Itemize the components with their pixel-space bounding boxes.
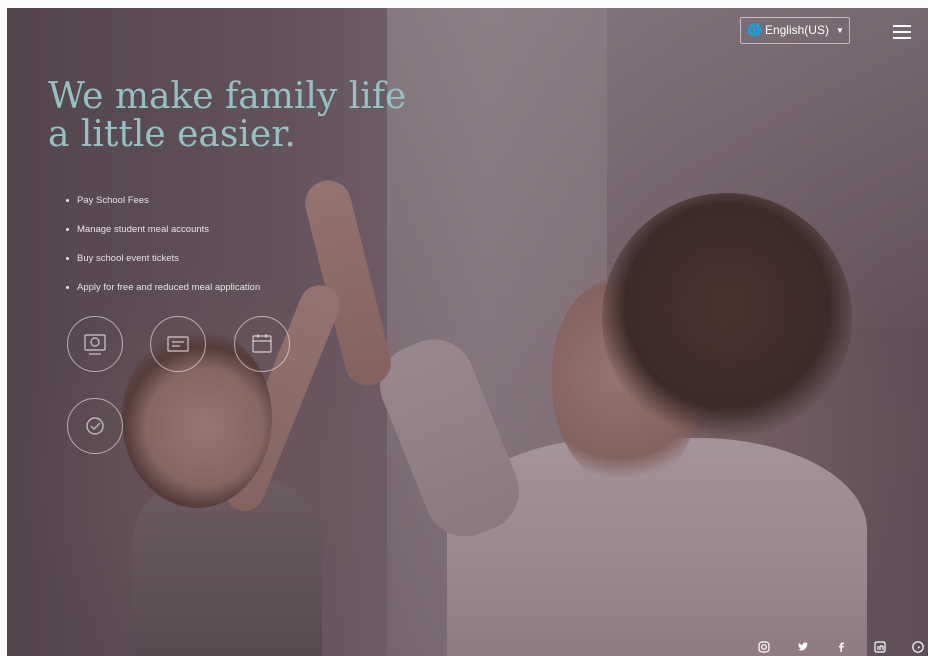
globe-icon: 🌐 — [747, 23, 762, 37]
instagram-icon[interactable] — [756, 640, 772, 654]
headline-line-1: We make family life — [48, 76, 407, 117]
feature-text: Manage student meal accounts — [77, 224, 210, 235]
bullet — [66, 285, 69, 289]
feature-item: Pay School Fees — [66, 192, 260, 221]
feature-text: Buy school event tickets — [77, 253, 179, 264]
bullet — [66, 256, 69, 260]
feature-text: Apply for free and reduced meal applicat… — [77, 282, 261, 293]
language-label: English(US) — [764, 23, 829, 37]
language-selector[interactable]: 🌐 English(US) ▼ — [740, 17, 850, 44]
facebook-icon[interactable] — [833, 640, 849, 654]
feature-item: Buy school event tickets — [66, 250, 260, 279]
linkedin-icon[interactable] — [872, 640, 888, 654]
bullet — [66, 198, 69, 202]
feature-list: Pay School Fees Manage student meal acco… — [66, 192, 260, 308]
meal-account-icon[interactable] — [150, 316, 206, 372]
caret-down-icon: ▼ — [835, 26, 844, 35]
event-tickets-icon[interactable] — [234, 316, 290, 372]
meal-application-icon[interactable] — [67, 398, 123, 454]
twitter-icon[interactable] — [795, 640, 811, 654]
headline-line-2: a little easier. — [48, 114, 296, 155]
feature-text: Pay School Fees — [77, 195, 149, 206]
school-fees-icon[interactable] — [67, 316, 123, 372]
feature-item: Apply for free and reduced meal applicat… — [66, 279, 260, 308]
feature-item: Manage student meal accounts — [66, 221, 260, 250]
hero-headline: We make family life a little easier. — [48, 78, 488, 154]
pinterest-icon[interactable] — [910, 640, 926, 654]
bullet — [66, 227, 69, 231]
hamburger-menu-icon[interactable] — [893, 25, 911, 39]
